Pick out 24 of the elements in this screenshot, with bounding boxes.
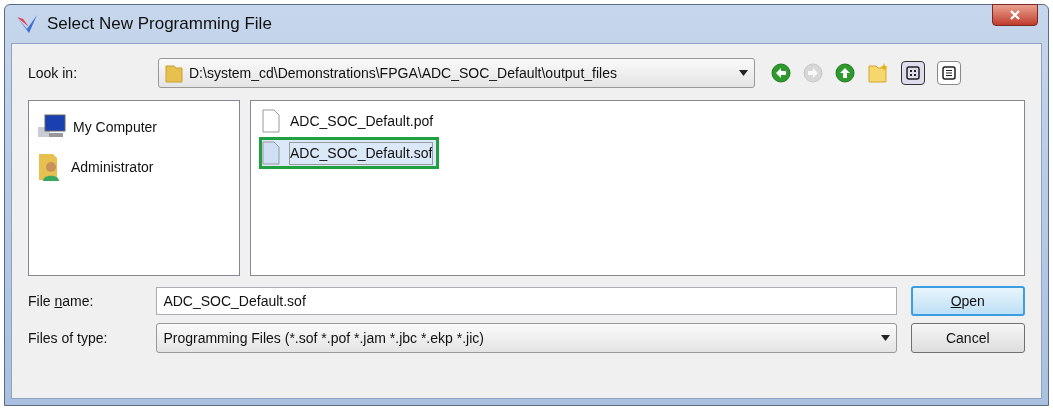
file-item[interactable]: ADC_SOC_Default.pof <box>259 105 441 137</box>
close-button[interactable] <box>992 4 1038 26</box>
file-icon <box>262 109 280 133</box>
file-type-dropdown[interactable]: Programming Files (*.sof *.pof *.jam *.jbc *.ekp *.jic) <box>156 323 897 353</box>
look-in-label: Look in: <box>28 63 79 83</box>
list-view-button[interactable] <box>901 61 925 85</box>
dropdown-caret-icon <box>739 70 748 76</box>
file-icon <box>262 141 280 165</box>
open-button[interactable]: Open <box>910 286 1025 316</box>
cancel-button[interactable]: Cancel <box>910 323 1025 353</box>
details-view-button[interactable] <box>937 61 961 85</box>
close-icon <box>1010 10 1020 20</box>
folder-icon <box>165 63 183 83</box>
place-item[interactable]: Administrator <box>37 151 231 183</box>
window-title: Select New Programming File <box>47 13 272 36</box>
look-in-dropdown[interactable]: D:\system_cd\Demonstrations\FPGA\ADC_SOC_Default\output_files <box>158 58 755 88</box>
dropdown-caret-icon <box>880 335 890 341</box>
file-name-label: File name: <box>28 291 95 311</box>
file-item[interactable]: ADC_SOC_Default.sof <box>259 137 440 169</box>
grid-view-icon <box>906 66 920 80</box>
file-type-label: Files of type: <box>28 328 109 348</box>
file-name-field[interactable]: ADC_SOC_Default.sof <box>156 287 897 315</box>
place-item[interactable]: My Computer <box>37 113 231 141</box>
list-lines-icon <box>942 66 956 80</box>
